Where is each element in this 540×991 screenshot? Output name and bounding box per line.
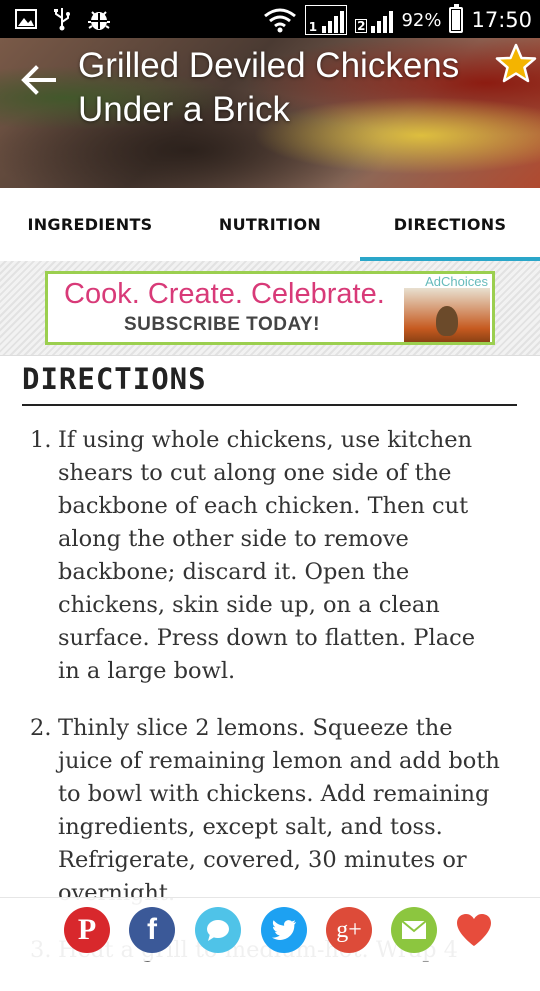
magazine-cover-image	[404, 288, 490, 342]
owl-image	[436, 306, 458, 336]
step-text: Thinly slice 2 lemons. Squeeze the juice…	[58, 715, 500, 906]
facebook-icon: f	[147, 913, 157, 946]
sim2-signal-icon: 2	[355, 7, 394, 33]
twitter-button[interactable]	[261, 907, 307, 953]
share-bar: P f g+	[0, 897, 540, 961]
recipe-tabs: INGREDIENTS NUTRITION DIRECTIONS	[0, 188, 540, 261]
tab-nutrition[interactable]: NUTRITION	[180, 188, 360, 261]
sim1-signal-icon: 1	[304, 5, 348, 35]
step-text: If using whole chickens, use kitchen she…	[58, 427, 476, 684]
tab-directions[interactable]: DIRECTIONS	[360, 188, 540, 261]
direction-step: 2. Thinly slice 2 lemons. Squeeze the ju…	[30, 712, 500, 910]
star-icon[interactable]	[494, 42, 538, 86]
step-number: 1.	[30, 427, 52, 453]
pinterest-button[interactable]: P	[64, 907, 110, 953]
usb-icon	[54, 8, 70, 31]
envelope-icon	[401, 920, 427, 939]
pinterest-icon: P	[77, 913, 97, 946]
speech-bubble-icon	[207, 920, 229, 941]
battery-percent: 92%	[401, 9, 442, 31]
gallery-icon	[15, 9, 37, 29]
recipe-header: Grilled Deviled Chickens Under a Brick	[0, 38, 540, 188]
tab-ingredients[interactable]: INGREDIENTS	[0, 188, 180, 261]
ad-banner[interactable]: Cook. Create. Celebrate. SUBSCRIBE TODAY…	[45, 271, 495, 345]
directions-heading: DIRECTIONS	[22, 360, 517, 406]
recipe-title: Grilled Deviled Chickens Under a Brick	[78, 46, 460, 129]
heart-icon[interactable]	[455, 913, 493, 947]
wifi-icon	[263, 8, 296, 33]
clock: 17:50	[471, 8, 532, 32]
arrow-left-icon[interactable]	[18, 60, 58, 100]
adchoices-link[interactable]: AdChoices	[425, 274, 488, 289]
twitter-bird-icon	[272, 920, 296, 940]
battery-charging-icon	[449, 4, 464, 33]
message-button[interactable]	[195, 907, 241, 953]
googleplus-icon: g+	[336, 916, 362, 943]
ad-banner-area: Cook. Create. Celebrate. SUBSCRIBE TODAY…	[0, 261, 540, 356]
step-number: 2.	[30, 715, 52, 741]
direction-step: 1. If using whole chickens, use kitchen …	[30, 424, 500, 688]
ad-headline: Cook. Create. Celebrate.	[64, 278, 385, 310]
status-bar: 1 2 92% 17:50	[0, 0, 540, 38]
facebook-button[interactable]: f	[129, 907, 175, 953]
email-button[interactable]	[391, 907, 437, 953]
ad-cta: SUBSCRIBE TODAY!	[124, 314, 320, 335]
android-debug-icon	[88, 11, 110, 30]
googleplus-button[interactable]: g+	[326, 907, 372, 953]
directions-section: DIRECTIONS	[22, 360, 517, 406]
